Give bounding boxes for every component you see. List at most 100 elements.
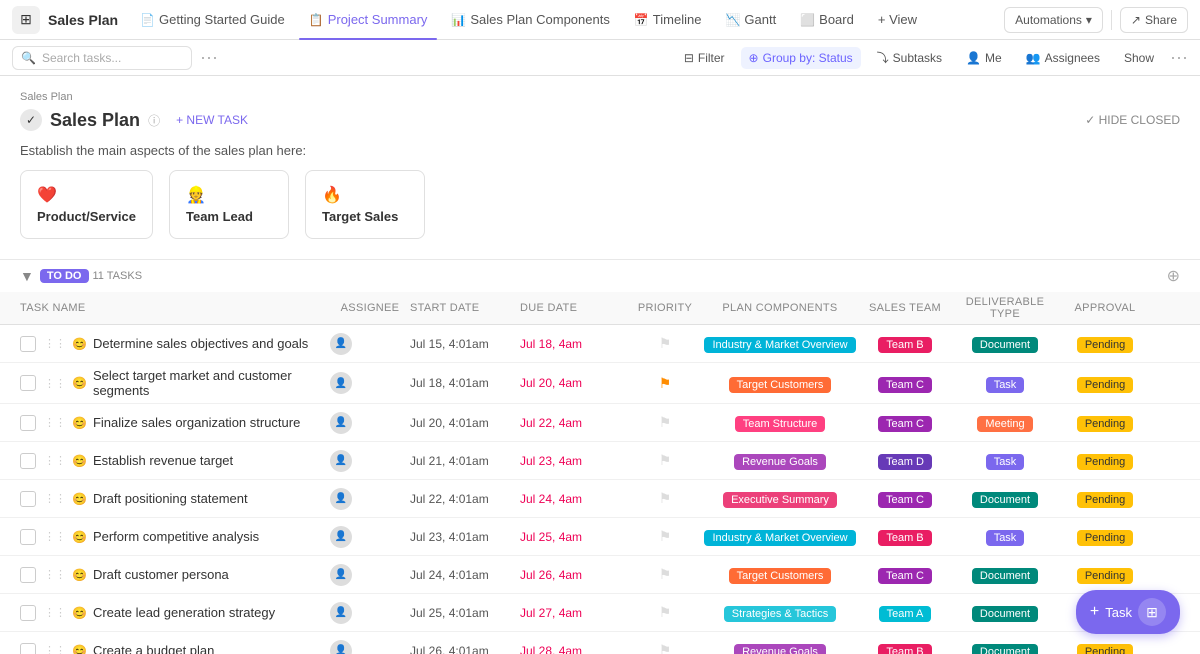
task-checkbox[interactable] — [20, 605, 36, 621]
drag-handle-icon[interactable]: ⋮⋮ — [44, 530, 66, 543]
tab-timeline[interactable]: 📅 Timeline — [624, 8, 712, 31]
float-btn-dots[interactable]: ⊞ — [1138, 598, 1166, 626]
assignee-avatar: 👤 — [330, 602, 352, 624]
task-assignee: 👤 — [330, 640, 410, 654]
filter-button[interactable]: ⊟ Filter — [676, 47, 733, 69]
plan-tag: Industry & Market Overview — [704, 530, 855, 546]
task-deliverable-type: Task — [950, 529, 1060, 544]
assignees-label: Assignees — [1045, 51, 1100, 65]
drag-handle-icon[interactable]: ⋮⋮ — [44, 492, 66, 505]
task-priority[interactable]: ⚑ — [630, 604, 700, 621]
assignee-avatar: 👤 — [330, 526, 352, 548]
task-checkbox[interactable] — [20, 453, 36, 469]
task-start-date: Jul 24, 4:01am — [410, 568, 520, 582]
search-box[interactable]: 🔍 Search tasks... — [12, 46, 192, 70]
task-name: ⋮⋮ 😊 Finalize sales organization structu… — [44, 415, 330, 430]
task-checkbox[interactable] — [20, 567, 36, 583]
me-label: Me — [985, 51, 1002, 65]
task-priority[interactable]: ⚑ — [630, 335, 700, 352]
drag-handle-icon[interactable]: ⋮⋮ — [44, 377, 66, 390]
subtasks-button[interactable]: ⤵ Subtasks — [869, 45, 950, 70]
task-priority[interactable]: ⚑ — [630, 414, 700, 431]
task-name-text: Create lead generation strategy — [93, 605, 275, 620]
drag-handle-icon[interactable]: ⋮⋮ — [44, 416, 66, 429]
add-column-icon[interactable]: ⊕ — [1167, 266, 1180, 286]
task-start-date: Jul 15, 4:01am — [410, 337, 520, 351]
share-label: Share — [1145, 13, 1177, 27]
task-priority[interactable]: ⚑ — [630, 566, 700, 583]
automations-button[interactable]: Automations ▾ — [1004, 7, 1103, 33]
deliverable-tag: Task — [986, 454, 1025, 470]
task-row[interactable]: ⋮⋮ 😊 Select target market and customer s… — [0, 363, 1200, 404]
task-assignee: 👤 — [330, 412, 410, 434]
priority-flag-icon: ⚑ — [659, 375, 672, 391]
task-approval: Pending — [1060, 643, 1150, 654]
float-task-label: Task — [1105, 605, 1132, 620]
breadcrumb: Sales Plan — [0, 76, 1200, 107]
task-row[interactable]: ⋮⋮ 😊 Establish revenue target 👤 Jul 21, … — [0, 442, 1200, 480]
view-btn[interactable]: + View — [868, 8, 927, 31]
task-checkbox[interactable] — [20, 375, 36, 391]
task-row[interactable]: ⋮⋮ 😊 Create lead generation strategy 👤 J… — [0, 594, 1200, 632]
task-checkbox[interactable] — [20, 529, 36, 545]
plan-tag: Target Customers — [729, 568, 832, 584]
drag-handle-icon[interactable]: ⋮⋮ — [44, 454, 66, 467]
task-checkbox[interactable] — [20, 336, 36, 352]
task-name-text: Select target market and customer segmen… — [93, 368, 330, 398]
tab-getting-started[interactable]: 📄 Getting Started Guide — [130, 8, 295, 31]
group-toggle-icon[interactable]: ▼ — [20, 268, 34, 284]
task-row[interactable]: ⋮⋮ 😊 Draft positioning statement 👤 Jul 2… — [0, 480, 1200, 518]
task-rows-container: ⋮⋮ 😊 Determine sales objectives and goal… — [0, 325, 1200, 654]
task-checkbox[interactable] — [20, 491, 36, 507]
task-priority[interactable]: ⚑ — [630, 452, 700, 469]
drag-handle-icon[interactable]: ⋮⋮ — [44, 606, 66, 619]
tab-label-project-summary: Project Summary — [328, 12, 428, 27]
show-button[interactable]: Show — [1116, 47, 1162, 69]
new-task-button[interactable]: + NEW TASK — [168, 110, 256, 130]
task-emoji: 😊 — [72, 568, 87, 582]
task-plan-component: Team Structure — [700, 415, 860, 430]
task-deliverable-type: Document — [950, 491, 1060, 506]
task-checkbox[interactable] — [20, 415, 36, 431]
task-plan-component: Revenue Goals — [700, 453, 860, 468]
more-options-icon[interactable]: ··· — [200, 47, 218, 68]
float-task-button[interactable]: + Task ⊞ — [1076, 590, 1180, 634]
info-icon[interactable]: ⓘ — [148, 112, 160, 129]
task-plan-component: Target Customers — [700, 376, 860, 391]
plan-tag: Revenue Goals — [734, 644, 826, 654]
task-row[interactable]: ⋮⋮ 😊 Finalize sales organization structu… — [0, 404, 1200, 442]
task-name-text: Determine sales objectives and goals — [93, 336, 308, 351]
group-by-button[interactable]: ⊕ Group by: Status — [741, 47, 861, 69]
card-label-0: Product/Service — [37, 209, 136, 224]
card-product-service: ❤️ Product/Service — [20, 170, 153, 239]
assignees-button[interactable]: 👥 Assignees — [1018, 47, 1108, 69]
task-row[interactable]: ⋮⋮ 😊 Perform competitive analysis 👤 Jul … — [0, 518, 1200, 556]
task-priority[interactable]: ⚑ — [630, 528, 700, 545]
share-button[interactable]: ↗ Share — [1120, 7, 1188, 33]
task-checkbox[interactable] — [20, 643, 36, 654]
tab-board[interactable]: ⬜ Board — [790, 8, 864, 31]
tab-project-summary[interactable]: 📋 Project Summary — [299, 8, 438, 31]
tab-icon-gantt: 📉 — [725, 13, 740, 27]
drag-handle-icon[interactable]: ⋮⋮ — [44, 337, 66, 350]
toolbar-more-icon[interactable]: ··· — [1170, 47, 1188, 68]
me-button[interactable]: 👤 Me — [958, 47, 1010, 69]
approval-tag: Pending — [1077, 416, 1133, 432]
task-row[interactable]: ⋮⋮ 😊 Create a budget plan 👤 Jul 26, 4:01… — [0, 632, 1200, 654]
drag-handle-icon[interactable]: ⋮⋮ — [44, 644, 66, 654]
task-due-date: Jul 25, 4am — [520, 530, 630, 544]
task-row[interactable]: ⋮⋮ 😊 Determine sales objectives and goal… — [0, 325, 1200, 363]
team-tag: Team A — [879, 606, 932, 622]
task-start-date: Jul 23, 4:01am — [410, 530, 520, 544]
tab-gantt[interactable]: 📉 Gantt — [715, 8, 786, 31]
drag-handle-icon[interactable]: ⋮⋮ — [44, 568, 66, 581]
task-row[interactable]: ⋮⋮ 😊 Draft customer persona 👤 Jul 24, 4:… — [0, 556, 1200, 594]
task-priority[interactable]: ⚑ — [630, 490, 700, 507]
tab-sales-plan-components[interactable]: 📊 Sales Plan Components — [441, 8, 619, 31]
task-priority[interactable]: ⚑ — [630, 375, 700, 392]
hide-closed-button[interactable]: ✓ HIDE CLOSED — [1085, 113, 1180, 127]
task-priority[interactable]: ⚑ — [630, 642, 700, 654]
grid-icon: ⊞ — [1146, 604, 1158, 621]
approval-tag: Pending — [1077, 568, 1133, 584]
group-header[interactable]: ▼ TO DO 11 TASKS ⊕ — [0, 259, 1200, 292]
